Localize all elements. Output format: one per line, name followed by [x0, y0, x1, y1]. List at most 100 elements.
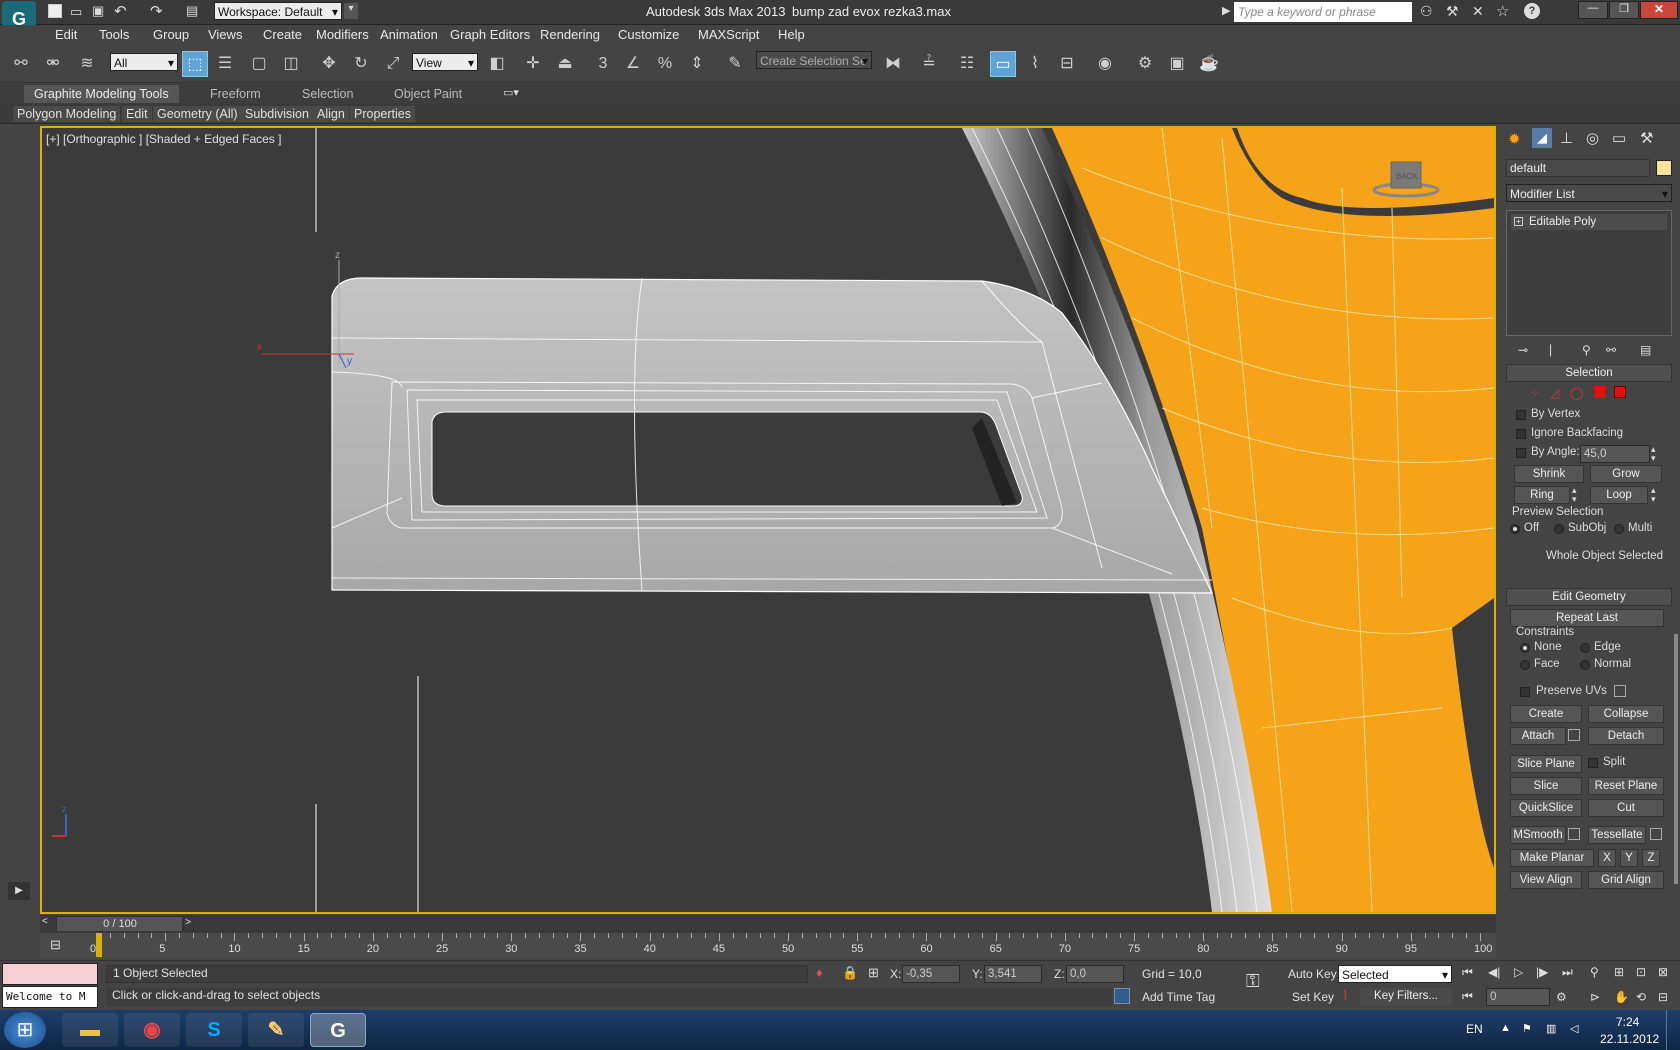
preview-subobj-radio[interactable] [1554, 524, 1564, 534]
tab-freeform[interactable]: Freeform [210, 87, 261, 101]
key-mode-toggle-icon[interactable]: ⏮ [1462, 989, 1473, 1004]
attach-button[interactable]: Attach [1510, 727, 1566, 745]
pin-stack-icon[interactable]: ⊸ [1518, 343, 1528, 357]
minimize-window-button[interactable]: — [1578, 1, 1608, 19]
cut-button[interactable]: Cut [1588, 799, 1664, 817]
time-slider-next-icon[interactable]: > [182, 916, 194, 931]
make-planar-button[interactable]: Make Planar [1510, 849, 1594, 867]
panel-polygon-modeling[interactable]: Polygon Modeling [13, 106, 121, 122]
go-to-end-icon[interactable]: ⏭ [1562, 965, 1573, 980]
panel-subdivision[interactable]: Subdivision [241, 106, 313, 122]
polygon-mode-icon[interactable] [1594, 386, 1606, 398]
command-panel-scrollbar[interactable] [1674, 634, 1678, 884]
make-unique-icon[interactable]: ⚲ [1582, 343, 1591, 357]
attach-settings-icon[interactable] [1568, 729, 1580, 741]
split-checkbox[interactable] [1588, 758, 1598, 768]
snaps-toggle-icon[interactable]: 3 [590, 51, 616, 77]
tab-object-paint[interactable]: Object Paint [394, 87, 462, 101]
viewport[interactable]: x z y z BACK [+] [Orthographic ] [Shaded… [40, 126, 1496, 914]
x-coord-field[interactable]: -0,35 [902, 965, 960, 983]
menu-maxscript[interactable]: MAXScript [698, 27, 759, 42]
pivot-center-icon[interactable]: ◧ [484, 51, 510, 77]
current-frame-field[interactable]: 0 [1486, 988, 1550, 1006]
element-mode-icon[interactable] [1614, 386, 1626, 398]
msmooth-settings-icon[interactable] [1568, 828, 1580, 840]
tray-up-arrow-icon[interactable]: ▲ [1500, 1022, 1511, 1034]
play-icon[interactable]: ▷ [1514, 965, 1523, 979]
favorites-star-icon[interactable]: ☆ [1496, 2, 1509, 20]
key-mode-dropdown[interactable]: Selected [1338, 965, 1452, 984]
open-file-icon[interactable]: ▭ [70, 4, 82, 20]
display-tab-icon[interactable]: ▭ [1612, 129, 1626, 147]
isolate-selection-icon[interactable]: ♦ [816, 965, 823, 980]
ring-button[interactable]: Ring [1514, 486, 1570, 504]
view-align-button[interactable]: View Align [1510, 871, 1582, 889]
rotate-icon[interactable]: ↻ [348, 51, 374, 77]
rectangular-selection-icon[interactable]: ▢ [246, 51, 272, 77]
search-input[interactable]: Type a keyword or phrase [1234, 2, 1412, 22]
constraint-none-radio[interactable] [1520, 643, 1530, 653]
panel-edit[interactable]: Edit [122, 106, 152, 122]
motion-tab-icon[interactable]: ◎ [1586, 129, 1599, 147]
absolute-mode-icon[interactable]: ⊞ [868, 965, 879, 981]
slice-plane-button[interactable]: Slice Plane [1510, 755, 1582, 773]
constraint-edge-radio[interactable] [1580, 643, 1590, 653]
search-expand-icon[interactable]: ▶ [1222, 4, 1230, 17]
edit-geometry-rollout-header[interactable]: Edit Geometry [1506, 588, 1672, 606]
show-end-result-icon[interactable]: ⎸ [1550, 343, 1562, 358]
curve-editor-icon[interactable]: ⌇ [1022, 51, 1048, 77]
border-mode-icon[interactable]: ◯ [1570, 386, 1583, 400]
go-to-start-icon[interactable]: ⏮ [1462, 965, 1473, 980]
tray-network-icon[interactable]: ▥ [1546, 1022, 1556, 1035]
constraint-normal-radio[interactable] [1580, 660, 1590, 670]
save-file-icon[interactable]: ▣ [92, 3, 104, 19]
named-selection-set-dropdown[interactable]: Create Selection Se [756, 51, 872, 70]
maximize-viewport-icon[interactable]: ⊟ [1658, 990, 1668, 1004]
select-object-icon[interactable]: ⬚ [182, 51, 208, 77]
menu-create[interactable]: Create [263, 27, 302, 42]
quick-access-menu-icon[interactable]: ▾ [344, 3, 358, 19]
spinner-snap-icon[interactable]: ⇕ [684, 51, 710, 77]
select-by-name-icon[interactable]: ☰ [212, 51, 238, 77]
menu-group[interactable]: Group [153, 27, 189, 42]
edge-mode-icon[interactable]: ◿ [1550, 386, 1559, 400]
stack-expand-icon[interactable]: + [1514, 217, 1523, 226]
render-production-icon[interactable]: ☕ [1196, 51, 1222, 77]
add-time-tag-label[interactable]: Add Time Tag [1142, 990, 1215, 1004]
close-window-button[interactable]: ✕ [1640, 1, 1678, 19]
current-frame-marker[interactable] [96, 933, 102, 957]
subscription-icon[interactable]: ⚒ [1446, 3, 1459, 20]
vertex-mode-icon[interactable]: ⁘ [1530, 386, 1540, 400]
collapse-button[interactable]: Collapse [1588, 705, 1664, 723]
window-crossing-icon[interactable]: ◫ [278, 51, 304, 77]
field-of-view-icon[interactable]: ⊳ [1590, 990, 1600, 1004]
orbit-icon[interactable]: ⟲ [1636, 990, 1646, 1004]
ribbon-options-icon[interactable]: ▭▾ [503, 86, 519, 99]
selection-rollout-header[interactable]: Selection [1506, 364, 1672, 382]
panel-align[interactable]: Align [313, 106, 349, 122]
clock-date[interactable]: 22.11.2012 [1600, 1032, 1659, 1046]
percent-snap-icon[interactable]: % [652, 51, 678, 77]
zoom-all-icon[interactable]: ⊞ [1614, 965, 1624, 979]
grow-button[interactable]: Grow [1590, 465, 1662, 483]
set-key-mode-icon[interactable]: ⚿ [1246, 971, 1260, 992]
binoculars-icon[interactable]: ⚇ [1420, 3, 1433, 20]
language-indicator[interactable]: EN [1466, 1022, 1483, 1036]
make-planar-y-button[interactable]: Y [1620, 849, 1638, 867]
link-icon[interactable]: ⚯ [8, 51, 34, 77]
workspace-dropdown[interactable]: Workspace: Default [214, 2, 342, 21]
menu-views[interactable]: Views [208, 27, 242, 42]
zoom-extents-all-icon[interactable]: ⊠ [1658, 965, 1668, 979]
rendered-frame-window-icon[interactable]: ▣ [1164, 51, 1190, 77]
mini-curve-editor-icon[interactable]: ⊟ [50, 937, 61, 953]
communication-center-icon[interactable]: ✕ [1472, 3, 1484, 20]
create-tab-icon[interactable]: ✹ [1508, 130, 1521, 148]
time-slider-prev-icon[interactable]: < [42, 916, 54, 931]
graphite-toggle-icon[interactable]: ▭ [990, 51, 1016, 77]
help-icon[interactable]: ? [1524, 3, 1540, 19]
y-coord-field[interactable]: 3,541 [984, 965, 1042, 983]
3dsmax-taskbar-icon[interactable]: G [310, 1013, 366, 1047]
start-button-icon[interactable]: ⊞ [4, 1012, 46, 1048]
menu-modifiers[interactable]: Modifiers [316, 27, 369, 42]
render-setup-icon[interactable]: ⚙ [1132, 51, 1158, 77]
